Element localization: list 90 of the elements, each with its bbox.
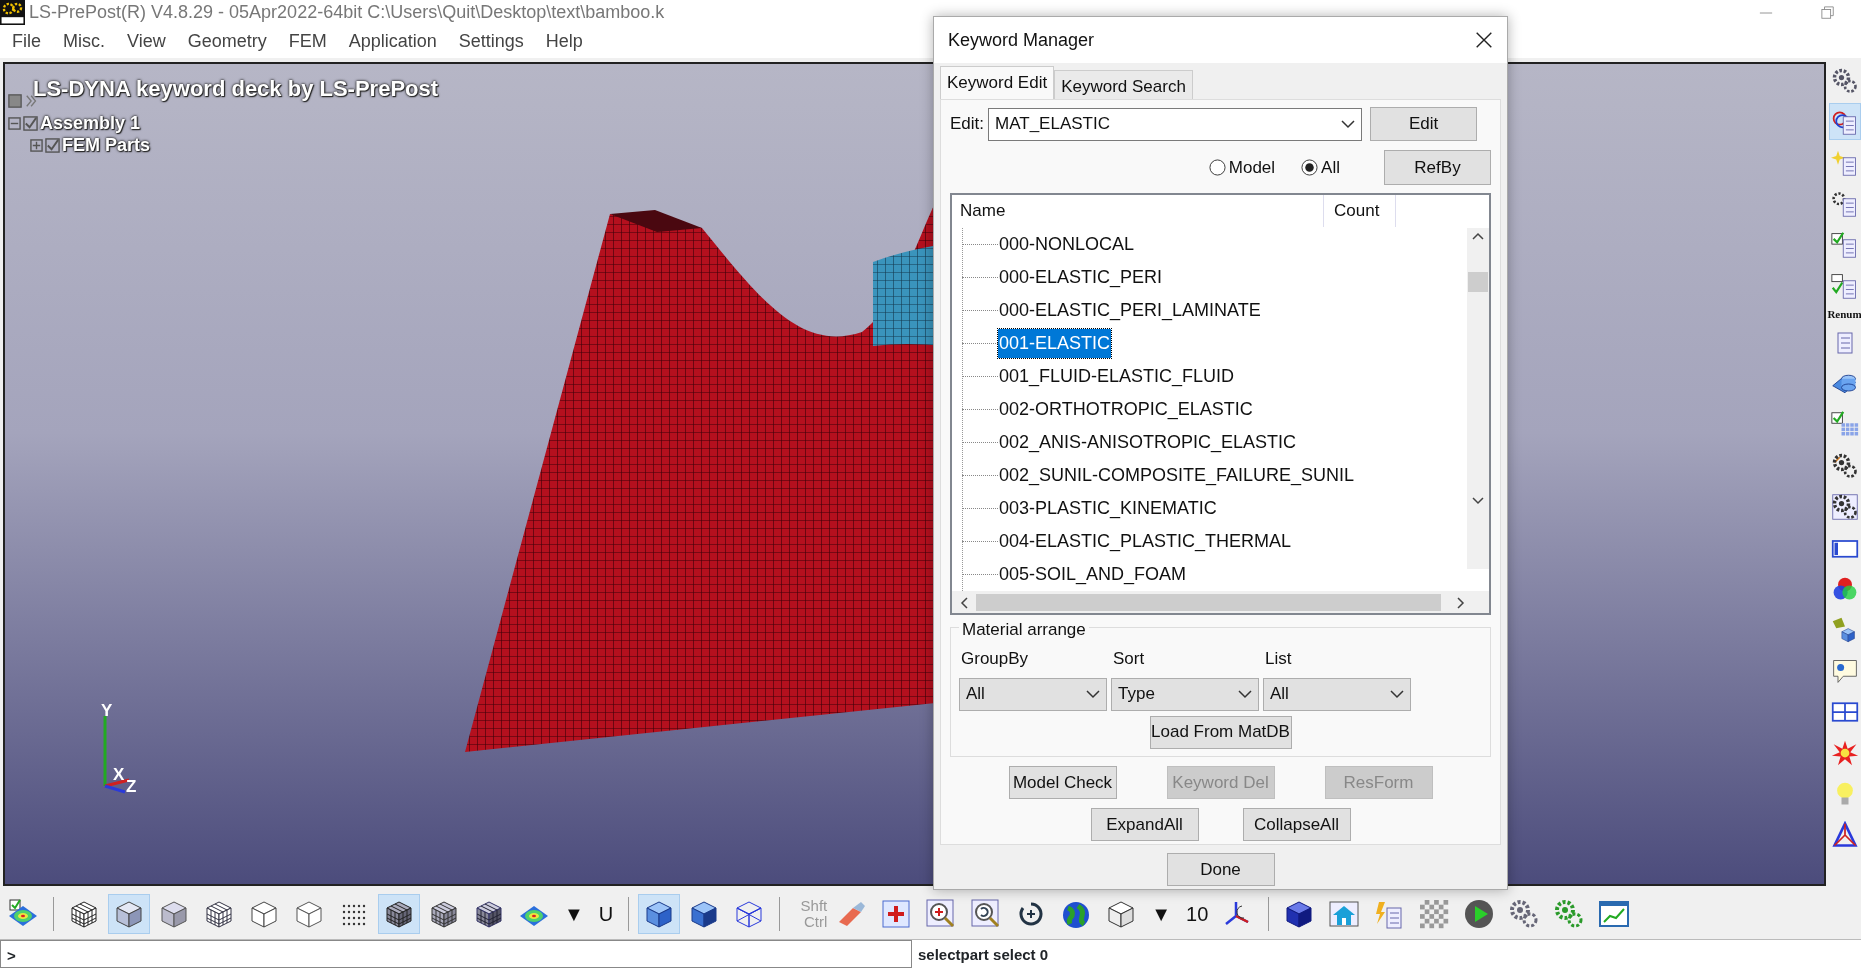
list-item[interactable]: 000-ELASTIC_PERI_LAMINATE (998, 296, 1262, 325)
tab[interactable]: Keyword Edit (940, 66, 1055, 99)
list-item[interactable]: 002_SUNIL-COMPOSITE_FAILURE_SUNIL (998, 461, 1356, 490)
menu-item[interactable]: Misc. (53, 28, 117, 55)
gear-list-icon (1830, 189, 1859, 218)
toolbar-label[interactable]: ▼ (1145, 898, 1178, 929)
field-label: List (1265, 648, 1292, 670)
done-button[interactable]: Done (1166, 853, 1275, 886)
list-item[interactable]: 000-ELASTIC_PERI (998, 263, 1164, 292)
check-grid-icon (1830, 410, 1859, 439)
chevron-down-icon (1238, 689, 1252, 699)
axis-label: Z (126, 777, 137, 796)
menu-item[interactable]: Help (535, 28, 595, 55)
dialog-button[interactable]: ExpandAll (1090, 808, 1199, 841)
axis-label: Y (101, 701, 113, 720)
close-icon (1475, 31, 1493, 49)
list-item[interactable]: 000-NONLOCAL (998, 230, 1136, 259)
radio-button[interactable] (1301, 159, 1319, 176)
menu-item[interactable]: Settings (448, 28, 536, 55)
triad-icon (1830, 820, 1859, 849)
field-label: GroupBy (961, 648, 1029, 670)
gears-icon (1830, 66, 1859, 95)
dropdown[interactable]: All (959, 677, 1107, 711)
collapse-icon[interactable] (8, 116, 21, 130)
viewport-caption: LS-DYNA keyword deck by LS-PrePost (33, 75, 439, 103)
list-item[interactable]: 004-ELASTIC_PLASTIC_THERMAL (998, 527, 1293, 556)
restore-icon (1821, 6, 1835, 21)
checkbox[interactable] (23, 115, 38, 131)
list-item[interactable]: 002-ORTHOTROPIC_ELASTIC (998, 395, 1254, 424)
chevron-down-icon (1472, 497, 1484, 505)
menu-item[interactable]: Geometry (177, 28, 279, 55)
command-field[interactable]: > (0, 940, 912, 968)
toolbar-label[interactable]: U (592, 898, 620, 929)
list-item[interactable]: 001_FLUID-ELASTIC_FLUID (998, 362, 1236, 391)
dialog-button[interactable]: Model Check (1008, 766, 1117, 799)
play-icon (1463, 897, 1496, 930)
toolbar-button[interactable] (1828, 103, 1861, 140)
chevron-up-icon (1472, 232, 1484, 240)
radio-button[interactable] (1208, 159, 1226, 176)
toolbar-label[interactable]: ▼ (558, 898, 590, 929)
field-label: Sort (1113, 648, 1145, 670)
chevron-right-icon (1457, 596, 1465, 609)
list-item[interactable]: 003-PLASTIC_KINEMATIC (998, 494, 1218, 523)
minimize-icon (1759, 12, 1773, 15)
check-list-icon (1830, 271, 1859, 300)
horizontal-scrollbar[interactable] (952, 591, 1489, 613)
vertical-scrollbar[interactable] (1467, 228, 1489, 569)
check-list-icon (1830, 230, 1859, 259)
edit-button[interactable]: Edit (1370, 107, 1478, 141)
gears-icon (1830, 451, 1859, 480)
toolbar-label: Renum (1827, 308, 1861, 320)
field-label: Edit: (950, 113, 985, 136)
keyword-combo[interactable]: MAT_ELASTIC (988, 107, 1363, 141)
chevron-down-icon (1341, 119, 1356, 129)
dropdown[interactable]: Type (1111, 677, 1259, 711)
menu-item[interactable]: FEM (278, 28, 339, 55)
list-item[interactable]: 002_ANIS-ANISOTROPIC_ELASTIC (998, 428, 1298, 457)
plus-icon (880, 897, 913, 930)
checkerboard-icon (1418, 897, 1451, 930)
menu-item[interactable]: View (117, 28, 178, 55)
toolbar-label[interactable]: 10 (1180, 898, 1215, 929)
toolbar-button[interactable] (108, 893, 150, 934)
dialog-button[interactable]: CollapseAll (1242, 808, 1351, 841)
chevron-down-icon (1390, 689, 1404, 699)
menu-item[interactable]: Application (338, 28, 449, 55)
menu-item[interactable]: File (2, 28, 53, 55)
scroll-thumb[interactable] (1468, 272, 1488, 292)
toolbar-button[interactable] (378, 893, 420, 934)
checkbox[interactable] (45, 137, 60, 153)
load-button[interactable]: Load From MatDB (1149, 715, 1292, 749)
dialog-title: Keyword Manager (948, 28, 1095, 52)
column-header[interactable]: Count (1324, 195, 1396, 227)
axis-label: X (113, 765, 125, 784)
radio-label[interactable]: Model (1228, 154, 1276, 181)
gears-panel-icon (1830, 492, 1859, 521)
list-icon (1835, 330, 1854, 355)
command-output: selectpart select 0 (912, 940, 1861, 968)
tab[interactable]: Keyword Search (1054, 70, 1193, 99)
dropdown[interactable]: All (1263, 677, 1411, 711)
window-title: LS-PrePost(R) V4.8.29 - 05Apr2022-64bit C:\Users\Quit\Desktop\text\bamboo.k (29, 1, 665, 24)
panel-toggle-icon (8, 94, 22, 108)
list-item[interactable]: 005-SOIL_AND_FOAM (998, 560, 1188, 589)
chevron-down-icon (1086, 689, 1100, 699)
refby-button[interactable]: RefBy (1384, 150, 1491, 185)
toolbar-button[interactable] (638, 893, 681, 934)
radio-label[interactable]: All (1321, 154, 1340, 181)
expand-icon[interactable] (30, 138, 43, 152)
list-item[interactable]: 001-ELASTIC (998, 329, 1112, 358)
column-header[interactable]: Name (952, 195, 1324, 227)
chevron-left-icon (960, 596, 968, 609)
